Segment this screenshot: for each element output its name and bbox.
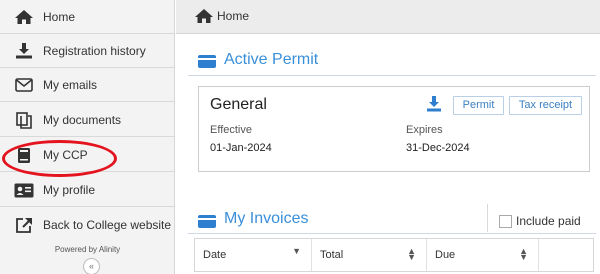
sidebar-item-label: My emails xyxy=(43,77,98,92)
section-divider xyxy=(188,75,596,76)
active-permit-title: Active Permit xyxy=(224,51,319,68)
sidebar-item-my-documents[interactable]: My documents xyxy=(0,103,175,137)
topbar: Home xyxy=(176,0,600,34)
column-header-date[interactable]: Date ▼ xyxy=(195,239,312,271)
powered-by-label: Powered by Alinity xyxy=(54,245,121,254)
sidebar-item-label: Home xyxy=(43,9,76,24)
sidebar-item-label: My profile xyxy=(43,182,96,197)
toolbar-divider xyxy=(487,204,488,232)
documents-icon xyxy=(14,111,34,129)
sort-icon: ▲ ▼ xyxy=(519,246,528,262)
expires-label: Expires xyxy=(406,124,443,136)
download-icon xyxy=(14,43,34,59)
tax-receipt-button[interactable]: Tax receipt xyxy=(509,96,582,115)
sidebar-item-registration-history[interactable]: Registration history xyxy=(0,34,175,68)
expires-date: 31-Dec-2024 xyxy=(406,142,470,154)
id-card-icon xyxy=(14,182,34,198)
my-invoices-title: My Invoices xyxy=(224,210,309,227)
permit-name: General xyxy=(210,96,267,113)
sidebar: Home Registration history My emails My d… xyxy=(0,0,175,274)
sidebar-item-my-emails[interactable]: My emails xyxy=(0,68,175,102)
column-header-actions[interactable] xyxy=(539,239,593,271)
sidebar-item-label: My documents xyxy=(43,112,122,127)
home-icon xyxy=(194,8,214,29)
download-icon[interactable] xyxy=(427,96,441,112)
sidebar-item-my-profile[interactable]: My profile xyxy=(0,173,175,207)
permit-button[interactable]: Permit xyxy=(453,96,504,115)
effective-label: Effective xyxy=(210,124,252,136)
sort-icon: ▲ ▼ xyxy=(407,246,416,262)
permit-card: General Permit Tax receipt Effective 01-… xyxy=(198,86,590,172)
external-link-icon xyxy=(14,217,34,233)
effective-date: 01-Jan-2024 xyxy=(210,142,272,154)
credit-card-icon xyxy=(198,215,216,228)
sidebar-item-label: Registration history xyxy=(43,43,146,58)
column-header-total[interactable]: Total ▲ ▼ xyxy=(312,239,427,271)
sidebar-item-home[interactable]: Home xyxy=(0,0,175,34)
highlight-oval xyxy=(2,140,117,177)
invoices-table-header: Date ▼ Total ▲ ▼ Due ▲ ▼ xyxy=(194,238,594,272)
home-icon xyxy=(14,9,34,25)
sidebar-item-label: Back to College website xyxy=(43,218,172,232)
breadcrumb-home[interactable]: Home xyxy=(217,9,249,23)
sidebar-item-back-to-college-website[interactable]: Back to College website xyxy=(0,208,175,242)
include-paid-checkbox[interactable] xyxy=(499,215,512,228)
credit-card-icon xyxy=(198,55,216,68)
include-paid-label[interactable]: Include paid xyxy=(516,214,581,228)
envelope-icon xyxy=(14,77,34,93)
collapse-sidebar-button[interactable]: « xyxy=(83,258,100,274)
sort-icon: ▼ xyxy=(292,246,301,256)
section-divider xyxy=(188,233,596,234)
column-header-due[interactable]: Due ▲ ▼ xyxy=(427,239,539,271)
